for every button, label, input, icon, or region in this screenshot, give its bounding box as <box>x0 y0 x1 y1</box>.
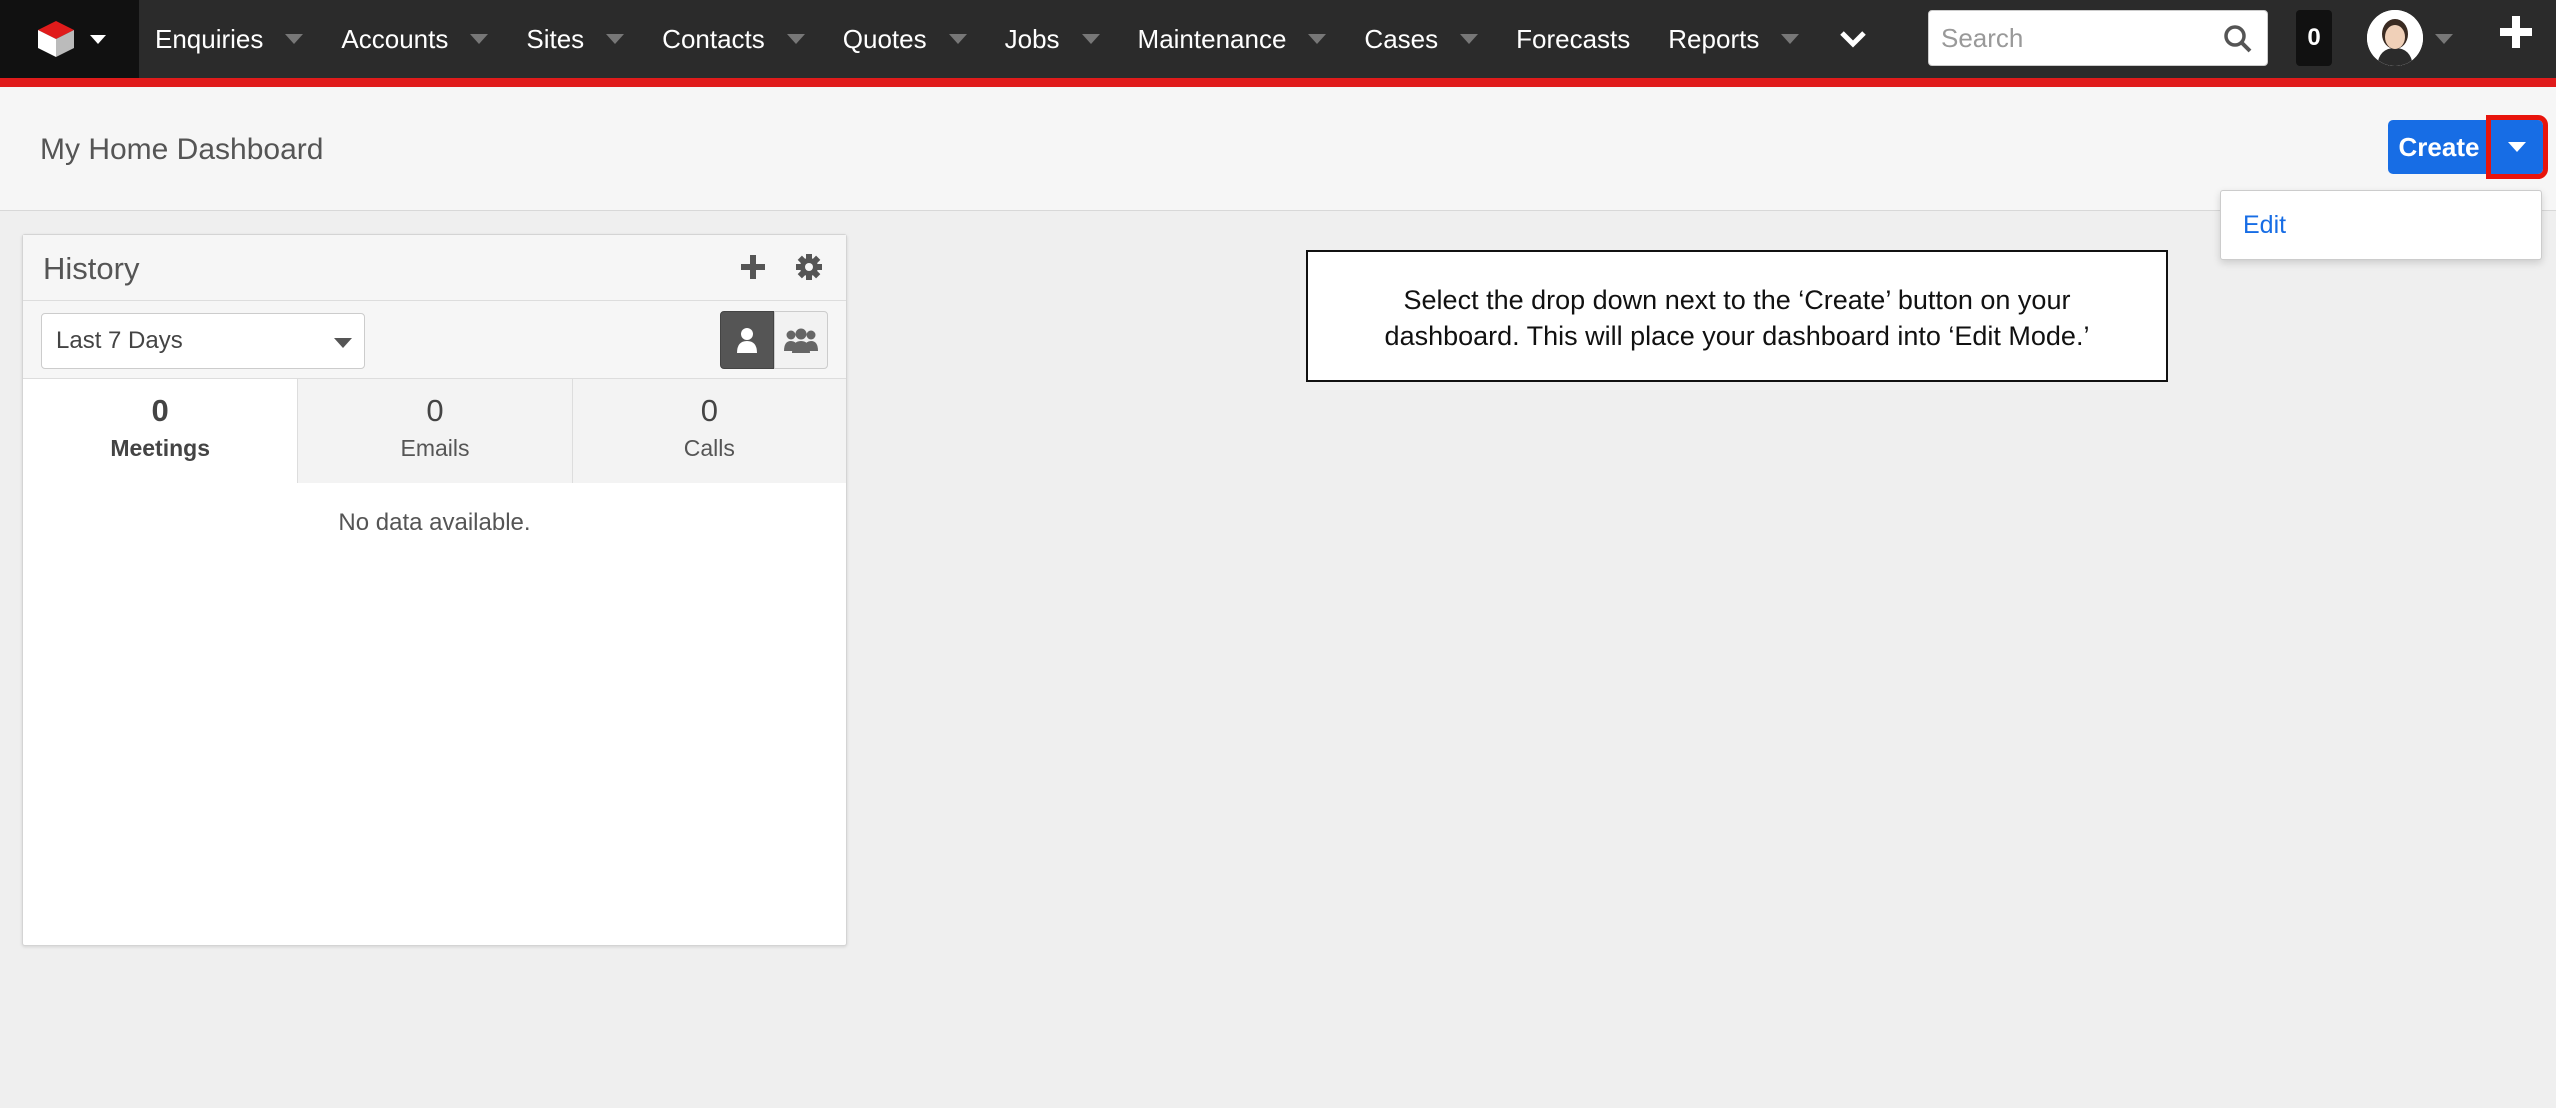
caret-down-icon[interactable] <box>1460 34 1479 44</box>
nav-item-label: Maintenance <box>1137 23 1287 54</box>
nav-item-maintenance[interactable]: Maintenance <box>1122 0 1349 78</box>
tab-label: Meetings <box>110 435 210 461</box>
instruction-callout: Select the drop down next to the ‘Create… <box>1306 250 2168 382</box>
logo-menu[interactable] <box>0 0 139 78</box>
module-tabs: Enquiries Accounts Sites Contacts Quotes Jobs… <box>139 0 1821 78</box>
nav-item-accounts[interactable]: Accounts <box>325 0 510 78</box>
create-dropdown-toggle[interactable] <box>2486 115 2548 179</box>
plus-icon[interactable] <box>739 253 767 281</box>
global-search[interactable] <box>1928 10 2268 66</box>
nav-item-label: Reports <box>1668 23 1760 54</box>
nav-item-sites[interactable]: Sites <box>510 0 646 78</box>
nav-item-label: Sites <box>526 23 585 54</box>
tab-meetings[interactable]: 0 Meetings <box>23 379 298 483</box>
notifications-button[interactable]: 0 <box>2296 10 2332 66</box>
nav-item-jobs[interactable]: Jobs <box>989 0 1122 78</box>
caret-down-icon[interactable] <box>1081 34 1100 44</box>
tab-count: 0 <box>426 393 444 428</box>
nav-item-cases[interactable]: Cases <box>1348 0 1500 78</box>
nav-item-quotes[interactable]: Quotes <box>827 0 989 78</box>
team-items-toggle[interactable] <box>774 311 828 369</box>
search-input[interactable] <box>1941 22 2211 54</box>
caret-down-icon[interactable] <box>1308 34 1327 44</box>
caret-down-icon <box>334 338 352 348</box>
tab-label: Emails <box>400 435 470 461</box>
tab-count: 0 <box>151 393 169 428</box>
nav-item-forecasts[interactable]: Forecasts <box>1500 0 1652 78</box>
date-range-value: Last 7 Days <box>56 327 183 354</box>
edit-menu-item[interactable]: Edit <box>2243 211 2286 240</box>
caret-down-icon[interactable] <box>606 34 625 44</box>
dashlet-header: History <box>23 235 846 301</box>
nav-item-contacts[interactable]: Contacts <box>646 0 827 78</box>
search-icon[interactable] <box>2223 24 2253 54</box>
gear-icon[interactable] <box>795 253 823 281</box>
user-photo <box>2367 10 2423 66</box>
nav-item-label: Jobs <box>1004 23 1060 54</box>
user-icon <box>737 328 757 353</box>
history-tabs: 0 Meetings 0 Emails 0 Calls <box>23 379 846 483</box>
caret-down-icon[interactable] <box>285 34 304 44</box>
avatar[interactable] <box>2367 10 2423 66</box>
more-modules-button[interactable] <box>1833 0 1873 78</box>
logo-cube-icon <box>38 21 74 57</box>
my-items-toggle[interactable] <box>720 311 774 369</box>
caret-down-icon[interactable] <box>1781 34 1800 44</box>
create-dropdown-menu: Edit <box>2220 190 2542 260</box>
chevron-down-icon <box>1840 31 1867 48</box>
caret-down-icon[interactable] <box>470 34 489 44</box>
nav-item-label: Enquiries <box>155 23 264 54</box>
page-title: My Home Dashboard <box>40 133 324 166</box>
tab-count: 0 <box>700 393 718 428</box>
accent-stripe <box>0 78 2556 87</box>
nav-item-label: Quotes <box>842 23 927 54</box>
user-menu-caret-icon[interactable] <box>2435 34 2453 44</box>
tab-calls[interactable]: 0 Calls <box>571 379 846 483</box>
nav-item-label: Contacts <box>662 23 765 54</box>
date-range-select[interactable]: Last 7 Days <box>41 313 365 369</box>
caret-down-icon[interactable] <box>948 34 967 44</box>
nav-item-label: Forecasts <box>1516 23 1631 54</box>
tab-emails[interactable]: 0 Emails <box>297 379 572 483</box>
dashlet-title: History <box>43 251 140 286</box>
logo-caret-icon <box>90 34 106 44</box>
caret-down-icon[interactable] <box>786 34 805 44</box>
group-icon <box>784 328 818 353</box>
empty-state-message: No data available. <box>338 509 531 536</box>
nav-item-label: Accounts <box>341 23 449 54</box>
create-button[interactable]: Create <box>2388 120 2490 174</box>
caret-down-icon <box>2508 142 2526 152</box>
nav-item-label: Cases <box>1364 23 1439 54</box>
tab-label: Calls <box>683 435 735 461</box>
dashboard-header: My Home Dashboard Create <box>0 87 2556 211</box>
dashlet-filter-bar: Last 7 Days <box>23 301 846 379</box>
history-dashlet: History Last 7 Days 0 Meetings 0 Emails … <box>22 234 847 946</box>
nav-item-enquiries[interactable]: Enquiries <box>139 0 325 78</box>
plus-icon[interactable] <box>2498 14 2534 50</box>
nav-item-reports[interactable]: Reports <box>1652 0 1821 78</box>
